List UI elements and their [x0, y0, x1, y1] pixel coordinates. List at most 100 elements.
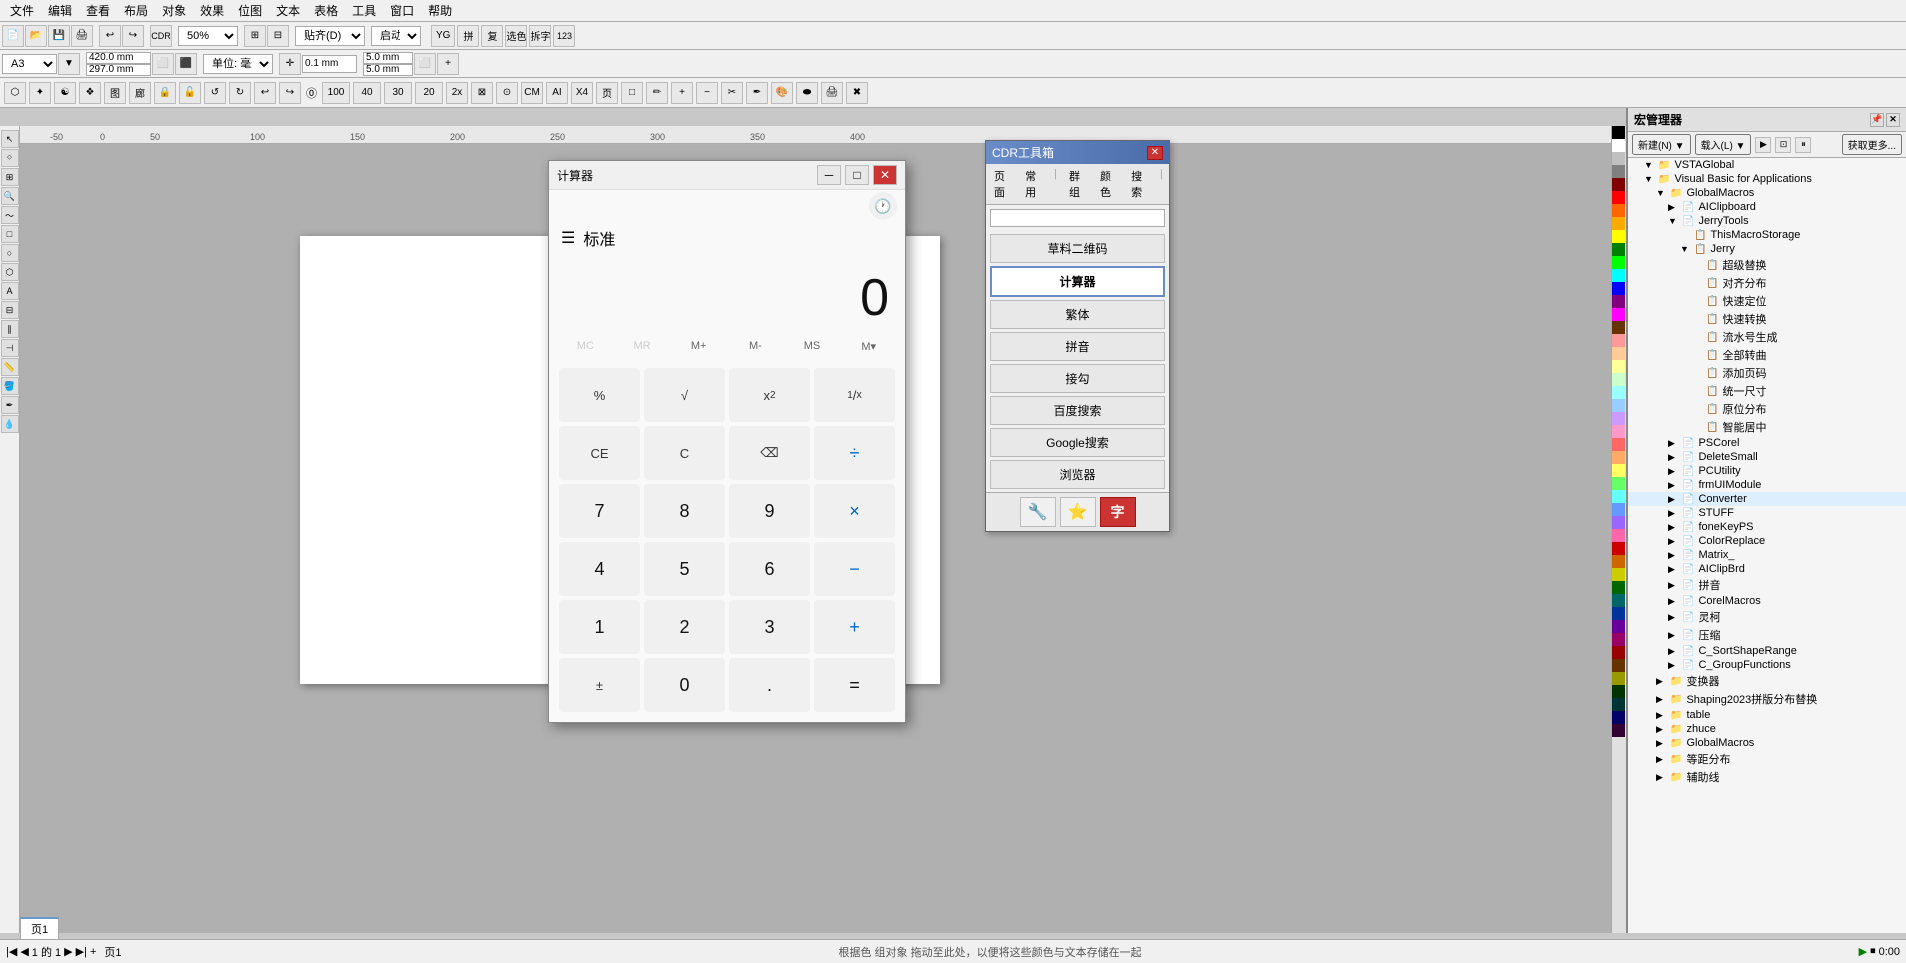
- color-swatch[interactable]: [1612, 347, 1625, 360]
- calc-mr-btn[interactable]: MR: [614, 332, 671, 360]
- width-input[interactable]: [86, 52, 151, 64]
- tree-item-13[interactable]: 📋添加页码: [1628, 364, 1906, 382]
- wfield-input[interactable]: [363, 52, 413, 64]
- calc-key-8[interactable]: 8: [644, 484, 725, 538]
- select-tool[interactable]: ↖: [1, 130, 19, 148]
- calc-hamburger-icon[interactable]: ☰: [561, 228, 575, 248]
- menu-bitmap[interactable]: 位图: [232, 0, 268, 21]
- tree-item-8[interactable]: 📋对齐分布: [1628, 274, 1906, 292]
- zoom-dropdown[interactable]: 50% 100%: [178, 26, 238, 46]
- tree-item-26[interactable]: ▶📄AIClipBrd: [1628, 562, 1906, 576]
- color-swatch[interactable]: [1612, 490, 1625, 503]
- tree-item-9[interactable]: 📋快速定位: [1628, 292, 1906, 310]
- tool23[interactable]: 页: [596, 82, 618, 104]
- calc-key-1_x[interactable]: 1/x: [814, 368, 895, 422]
- calc-key-3[interactable]: 3: [729, 600, 810, 654]
- connector-tool[interactable]: ⊣: [1, 339, 19, 357]
- text-tool[interactable]: A: [1, 282, 19, 300]
- tree-item-16[interactable]: 📋智能居中: [1628, 418, 1906, 436]
- yg-btn[interactable]: YG: [431, 25, 455, 47]
- color-swatch[interactable]: [1612, 451, 1625, 464]
- rect-tool[interactable]: □: [1, 225, 19, 243]
- tree-item-29[interactable]: ▶📄灵柯: [1628, 608, 1906, 626]
- tool7[interactable]: 🔒: [154, 82, 176, 104]
- tool13[interactable]: 100: [322, 82, 350, 104]
- panel-pin-btn[interactable]: 📌: [1870, 113, 1884, 127]
- tree-item-4[interactable]: ▼📄JerryTools: [1628, 214, 1906, 228]
- color-swatch[interactable]: [1612, 334, 1625, 347]
- menu-text[interactable]: 文本: [270, 0, 306, 21]
- color-swatch[interactable]: [1612, 425, 1625, 438]
- tree-item-1[interactable]: ▼📁Visual Basic for Applications: [1628, 172, 1906, 186]
- eyedrop-tool[interactable]: 💧: [1, 415, 19, 433]
- nav-next-btn[interactable]: ▶: [64, 945, 72, 958]
- menu-help[interactable]: 帮助: [422, 0, 458, 21]
- calc-key-_[interactable]: ×: [814, 484, 895, 538]
- tool18[interactable]: ⊠: [471, 82, 493, 104]
- tree-item-18[interactable]: ▶📄DeleteSmall: [1628, 450, 1906, 464]
- color-swatch[interactable]: [1612, 217, 1625, 230]
- tree-item-17[interactable]: ▶📄PSCorel: [1628, 436, 1906, 450]
- tool6[interactable]: 廊: [129, 82, 151, 104]
- tree-item-0[interactable]: ▼📁VSTAGlobal: [1628, 158, 1906, 172]
- undo-btn[interactable]: ↩: [99, 25, 121, 47]
- ellipse-tool[interactable]: ○: [1, 244, 19, 262]
- calc-maximize-btn[interactable]: □: [845, 165, 869, 185]
- tool33[interactable]: ✖: [846, 82, 868, 104]
- cdr-btn-jiegou[interactable]: 接勾: [990, 364, 1165, 393]
- tool29[interactable]: ✒: [746, 82, 768, 104]
- color-swatch[interactable]: [1612, 516, 1625, 529]
- calc-key-_[interactable]: ÷: [814, 426, 895, 480]
- color-sel-btn[interactable]: 选色: [505, 25, 527, 47]
- tree-item-25[interactable]: ▶📄Matrix_: [1628, 548, 1906, 562]
- import-btn[interactable]: CDR: [150, 25, 172, 47]
- tree-item-6[interactable]: ▼📋Jerry: [1628, 242, 1906, 256]
- color-swatch[interactable]: [1612, 620, 1625, 633]
- nudge-input[interactable]: [302, 55, 357, 73]
- calc-mplus-btn[interactable]: M+: [670, 332, 727, 360]
- calc-key-0[interactable]: 0: [644, 658, 725, 712]
- menu-layout[interactable]: 布局: [118, 0, 154, 21]
- cdr-btn-google[interactable]: Google搜索: [990, 428, 1165, 457]
- tool10[interactable]: ↻: [229, 82, 251, 104]
- tree-item-20[interactable]: ▶📄frmUIModule: [1628, 478, 1906, 492]
- calc-minimize-btn[interactable]: ─: [817, 165, 841, 185]
- menu-effects[interactable]: 效果: [194, 0, 230, 21]
- tree-item-3[interactable]: ▶📄AIClipboard: [1628, 200, 1906, 214]
- color-swatch[interactable]: [1612, 178, 1625, 191]
- tree-item-2[interactable]: ▼📁GlobalMacros: [1628, 186, 1906, 200]
- calc-close-btn[interactable]: ✕: [873, 165, 897, 185]
- calc-mc-btn[interactable]: MC: [557, 332, 614, 360]
- cdr-tab-search[interactable]: 搜索: [1127, 166, 1152, 204]
- split-btn[interactable]: 拆字: [529, 25, 551, 47]
- color-swatch[interactable]: [1612, 152, 1625, 165]
- color-swatch[interactable]: [1612, 308, 1625, 321]
- calc-key-_[interactable]: −: [814, 542, 895, 596]
- color-swatch[interactable]: [1612, 581, 1625, 594]
- tool4[interactable]: ❖: [79, 82, 101, 104]
- cdr-search-input[interactable]: [990, 209, 1165, 227]
- stop-btn[interactable]: ⏹: [1870, 945, 1876, 958]
- tool9[interactable]: ↺: [204, 82, 226, 104]
- color-swatch[interactable]: [1612, 191, 1625, 204]
- cdr-btn-traditional[interactable]: 繁体: [990, 300, 1165, 329]
- color-swatch[interactable]: [1612, 412, 1625, 425]
- tree-item-22[interactable]: ▶📄STUFF: [1628, 506, 1906, 520]
- zoom-tool[interactable]: 🔍: [1, 187, 19, 205]
- calc-key-1[interactable]: 1: [559, 600, 640, 654]
- nav-prev-btn[interactable]: ◀: [20, 945, 28, 958]
- calc-key-7[interactable]: 7: [559, 484, 640, 538]
- color-swatch[interactable]: [1612, 698, 1625, 711]
- calc-mmore-btn[interactable]: M▾: [840, 332, 897, 360]
- menu-edit[interactable]: 编辑: [42, 0, 78, 21]
- calc-key-CE[interactable]: CE: [559, 426, 640, 480]
- pen-tool[interactable]: ✒: [1, 396, 19, 414]
- menu-view[interactable]: 查看: [80, 0, 116, 21]
- tool14[interactable]: 40: [353, 82, 381, 104]
- tree-item-10[interactable]: 📋快速转换: [1628, 310, 1906, 328]
- color-swatch[interactable]: [1612, 711, 1625, 724]
- color-swatch[interactable]: [1612, 542, 1625, 555]
- step-btn[interactable]: ⊡: [1775, 137, 1791, 153]
- repl-btn[interactable]: 复: [481, 25, 503, 47]
- tree-item-35[interactable]: ▶📁table: [1628, 708, 1906, 722]
